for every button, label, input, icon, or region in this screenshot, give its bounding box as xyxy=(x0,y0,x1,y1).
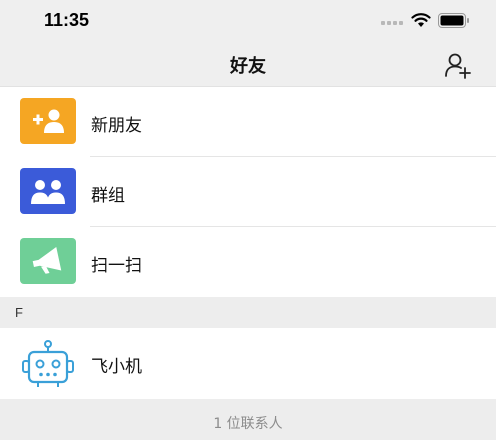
contact-count-footer: 1 位联系人 xyxy=(0,400,496,440)
status-time: 11:35 xyxy=(44,10,90,30)
add-friend-icon[interactable] xyxy=(444,51,472,79)
scan-row[interactable]: 扫一扫 xyxy=(0,227,496,297)
entry-label: 新朋友 xyxy=(91,116,142,136)
nav-bar: 好友 xyxy=(0,42,496,87)
contact-count: 1 位联系人 xyxy=(213,416,283,432)
new-friends-row[interactable]: 新朋友 xyxy=(0,87,496,157)
contact-name: 飞小机 xyxy=(91,357,142,377)
signal-icon xyxy=(381,21,403,25)
megaphone-icon xyxy=(20,238,76,284)
wifi-icon xyxy=(411,13,431,27)
entry-label: 群组 xyxy=(91,186,125,206)
entry-label: 扫一扫 xyxy=(91,256,142,276)
section-letter: F xyxy=(15,305,23,320)
groups-row[interactable]: 群组 xyxy=(0,157,496,227)
section-header: F xyxy=(0,298,496,328)
contact-row[interactable]: 飞小机 xyxy=(0,328,496,399)
battery-icon xyxy=(438,13,469,28)
group-icon xyxy=(20,168,76,214)
status-bar: 11:35 xyxy=(0,0,496,42)
entry-list: 新朋友 群组 扫一扫 xyxy=(0,87,496,297)
new-friend-icon xyxy=(20,98,76,144)
robot-icon xyxy=(22,340,74,387)
page-title: 好友 xyxy=(230,56,266,77)
